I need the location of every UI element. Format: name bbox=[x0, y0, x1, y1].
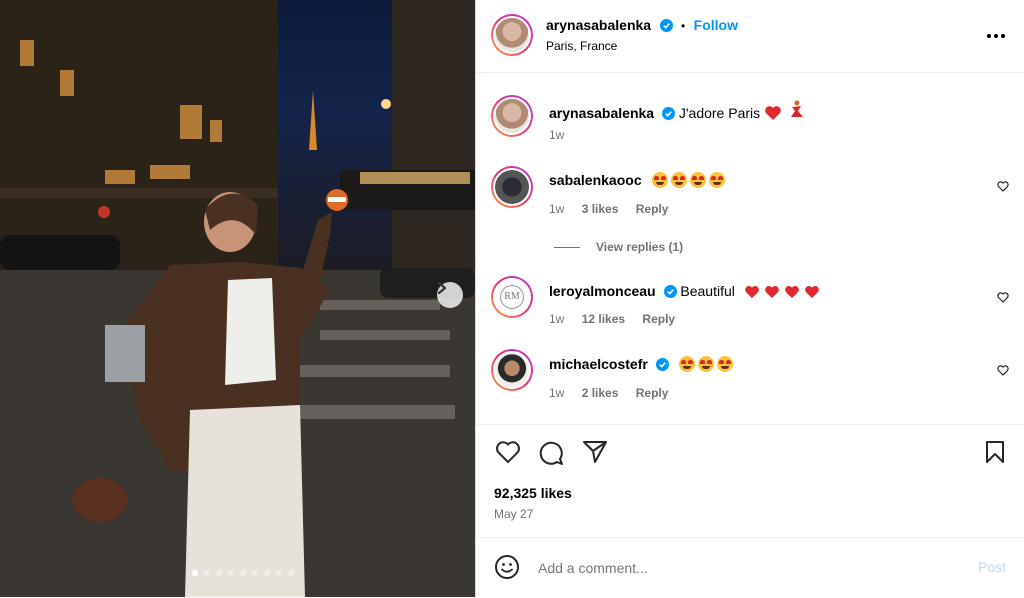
comment-meta: 1w 2 likes Reply bbox=[549, 386, 682, 400]
comment-username[interactable]: leroyalmonceau bbox=[549, 283, 656, 299]
post-comment-button[interactable]: Post bbox=[978, 559, 1006, 575]
red-heart-icon bbox=[764, 105, 782, 124]
post-photo[interactable] bbox=[0, 0, 475, 597]
verified-badge-icon bbox=[663, 285, 677, 301]
avatar[interactable]: RM bbox=[491, 276, 533, 318]
reply-button[interactable]: Reply bbox=[636, 202, 669, 216]
post-sidebar: arynasabalenka • Follow Paris, France ar… bbox=[475, 0, 1024, 597]
add-comment-bar: Post bbox=[476, 537, 1024, 598]
verified-badge-icon bbox=[659, 19, 673, 37]
add-comment-input[interactable] bbox=[536, 556, 940, 580]
heart-eyes-emoji-icon bbox=[670, 172, 687, 188]
comment-text: Beautiful bbox=[680, 283, 735, 299]
caption-meta: 1w bbox=[549, 128, 578, 142]
caption-text: J'adore Paris bbox=[678, 105, 761, 121]
comment-likes[interactable]: 2 likes bbox=[582, 386, 619, 400]
avatar[interactable] bbox=[491, 349, 533, 391]
post-header: arynasabalenka • Follow Paris, France bbox=[476, 0, 1024, 73]
share-icon[interactable] bbox=[582, 440, 608, 469]
follow-button[interactable]: Follow bbox=[694, 17, 738, 33]
like-comment-icon[interactable] bbox=[997, 290, 1009, 308]
heart-eyes-emoji-icon bbox=[678, 356, 695, 372]
action-bar: 92,325 likes May 27 bbox=[476, 424, 1024, 521]
caption: arynasabalenka J'adore Paris bbox=[549, 100, 804, 124]
like-comment-icon[interactable] bbox=[997, 179, 1009, 197]
save-bookmark-icon[interactable] bbox=[984, 440, 1006, 469]
comment: sabalenkaooc bbox=[549, 172, 728, 188]
comment-time[interactable]: 1w bbox=[549, 202, 564, 216]
emoji-picker-icon[interactable] bbox=[494, 554, 520, 585]
caption-username[interactable]: arynasabalenka bbox=[549, 105, 654, 121]
comment-icon[interactable] bbox=[538, 440, 564, 471]
like-comment-icon[interactable] bbox=[997, 363, 1009, 381]
like-icon[interactable] bbox=[495, 440, 521, 469]
avatar[interactable] bbox=[491, 95, 533, 137]
heart-eyes-emoji-group bbox=[651, 172, 728, 188]
red-heart-icon bbox=[783, 285, 801, 302]
carousel-dot[interactable] bbox=[240, 570, 246, 576]
carousel-dot[interactable] bbox=[252, 570, 258, 576]
heart-eyes-emoji-icon bbox=[689, 172, 706, 188]
carousel-dot[interactable] bbox=[216, 570, 222, 576]
more-options-icon[interactable] bbox=[986, 26, 1006, 44]
comment: leroyalmonceau Beautiful bbox=[549, 283, 823, 302]
post-author-username[interactable]: arynasabalenka bbox=[546, 17, 651, 33]
comment-username[interactable]: sabalenkaooc bbox=[549, 172, 642, 188]
heart-eyes-emoji-icon bbox=[697, 356, 714, 372]
view-replies-label: View replies (1) bbox=[596, 240, 684, 254]
comment-time[interactable]: 1w bbox=[549, 386, 564, 400]
avatar[interactable] bbox=[491, 14, 533, 56]
post-dialog: arynasabalenka • Follow Paris, France ar… bbox=[0, 0, 1024, 597]
heart-eyes-emoji-icon bbox=[651, 172, 668, 188]
comment-meta: 1w 3 likes Reply bbox=[549, 202, 682, 216]
comment: michaelcostefr bbox=[549, 356, 736, 374]
carousel-dot[interactable] bbox=[228, 570, 234, 576]
verified-badge-icon bbox=[655, 358, 669, 374]
comment-likes[interactable]: 12 likes bbox=[582, 312, 625, 326]
comment-time[interactable]: 1w bbox=[549, 312, 564, 326]
dancer-icon bbox=[788, 100, 804, 121]
hearts-group bbox=[743, 283, 823, 299]
comment-likes[interactable]: 3 likes bbox=[582, 202, 619, 216]
next-slide-button[interactable] bbox=[437, 282, 463, 308]
comment-username[interactable]: michaelcostefr bbox=[549, 356, 648, 372]
heart-eyes-emoji-icon bbox=[708, 172, 725, 188]
red-heart-icon bbox=[763, 285, 781, 302]
header-separator: • bbox=[680, 19, 686, 33]
post-date[interactable]: May 27 bbox=[494, 507, 533, 521]
post-location[interactable]: Paris, France bbox=[546, 39, 617, 53]
carousel-dot[interactable] bbox=[264, 570, 270, 576]
replies-line bbox=[554, 246, 580, 248]
carousel-dot[interactable] bbox=[276, 570, 282, 576]
reply-button[interactable]: Reply bbox=[642, 312, 675, 326]
heart-eyes-emoji-group bbox=[678, 356, 736, 372]
view-replies-button[interactable]: View replies (1) bbox=[554, 240, 683, 254]
verified-badge-icon bbox=[661, 107, 675, 123]
carousel-dots bbox=[192, 570, 294, 576]
avatar[interactable] bbox=[491, 166, 533, 208]
carousel-dot[interactable] bbox=[204, 570, 210, 576]
red-heart-icon bbox=[803, 285, 821, 302]
red-heart-icon bbox=[743, 285, 761, 302]
heart-eyes-emoji-icon bbox=[716, 356, 733, 372]
comment-meta: 1w 12 likes Reply bbox=[549, 312, 689, 326]
reply-button[interactable]: Reply bbox=[636, 386, 669, 400]
photo-scene bbox=[0, 0, 475, 597]
carousel-dot[interactable] bbox=[288, 570, 294, 576]
carousel-dot[interactable] bbox=[192, 570, 198, 576]
caption-time[interactable]: 1w bbox=[549, 128, 564, 142]
likes-count[interactable]: 92,325 likes bbox=[494, 485, 572, 501]
